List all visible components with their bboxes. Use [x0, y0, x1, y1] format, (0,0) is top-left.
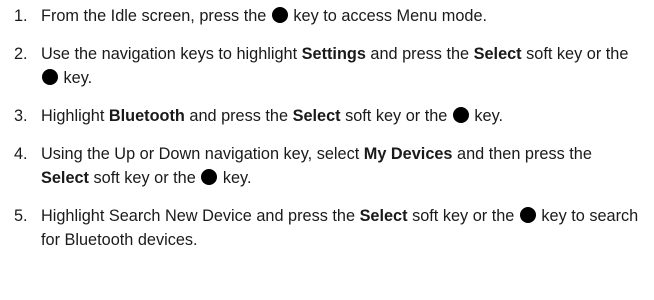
step-bold-term: Settings [301, 45, 366, 63]
step-text-segment: key. [469, 107, 504, 125]
instruction-document: 1. From the Idle screen, press the key to… [0, 0, 654, 300]
select-key-dot-icon [42, 69, 58, 85]
step-number: 2. [14, 45, 28, 63]
step-text: From the Idle screen, press the key to a… [41, 4, 644, 28]
step-text-segment: soft key or the [340, 107, 452, 125]
step-text-segment: and press the [184, 107, 293, 125]
step-item: 1. From the Idle screen, press the key to… [14, 4, 644, 28]
step-text: Use the navigation keys to highlight Set… [41, 42, 644, 90]
step-text-segment: soft key or the [407, 207, 519, 225]
step-text-segment: Using the Up or Down navigation key, sel… [41, 145, 364, 163]
step-bold-term: Select [41, 169, 89, 187]
step-text-segment: Highlight [41, 107, 109, 125]
step-bold-term: Select [359, 207, 408, 225]
step-text-segment: soft key or the [88, 169, 201, 187]
step-item: 2. Use the navigation keys to highlight S… [14, 42, 644, 90]
select-key-dot-icon [201, 169, 218, 185]
select-key-dot-icon [452, 107, 469, 123]
step-text-segment: soft key or the [521, 45, 629, 63]
steps-list: 1. From the Idle screen, press the key to… [14, 4, 644, 252]
step-bold-term: Select [292, 107, 341, 125]
step-bold-term: Bluetooth [108, 107, 185, 125]
step-text-segment: and press the [365, 45, 474, 63]
step-text-segment: key to access Menu mode. [288, 7, 488, 25]
step-text-segment: key. [218, 169, 252, 187]
step-number: 4. [14, 145, 28, 163]
step-bold-term: My Devices [363, 145, 453, 163]
step-text-segment: From the Idle screen, press the [41, 7, 271, 25]
select-key-dot-icon [519, 207, 536, 223]
step-number: 5. [14, 207, 28, 225]
step-text: Using the Up or Down navigation key, sel… [41, 142, 644, 190]
step-text-segment: and then press the [452, 145, 592, 163]
step-item: 4. Using the Up or Down navigation key, s… [14, 142, 644, 190]
step-text-segment: key. [59, 69, 93, 87]
step-text: Highlight Bluetooth and press the Select… [41, 104, 644, 128]
step-text: Highlight Search New Device and press th… [41, 204, 644, 252]
step-number: 3. [14, 107, 28, 125]
step-text-segment: Highlight Search New Device and press th… [41, 207, 360, 225]
step-number: 1. [14, 7, 28, 25]
step-text-segment: Use the navigation keys to highlight [41, 45, 302, 63]
select-key-dot-icon [271, 7, 288, 23]
step-item: 3. Highlight Bluetooth and press the Sele… [14, 104, 644, 128]
step-item: 5. Highlight Search New Device and press … [14, 204, 644, 252]
step-bold-term: Select [473, 45, 522, 63]
